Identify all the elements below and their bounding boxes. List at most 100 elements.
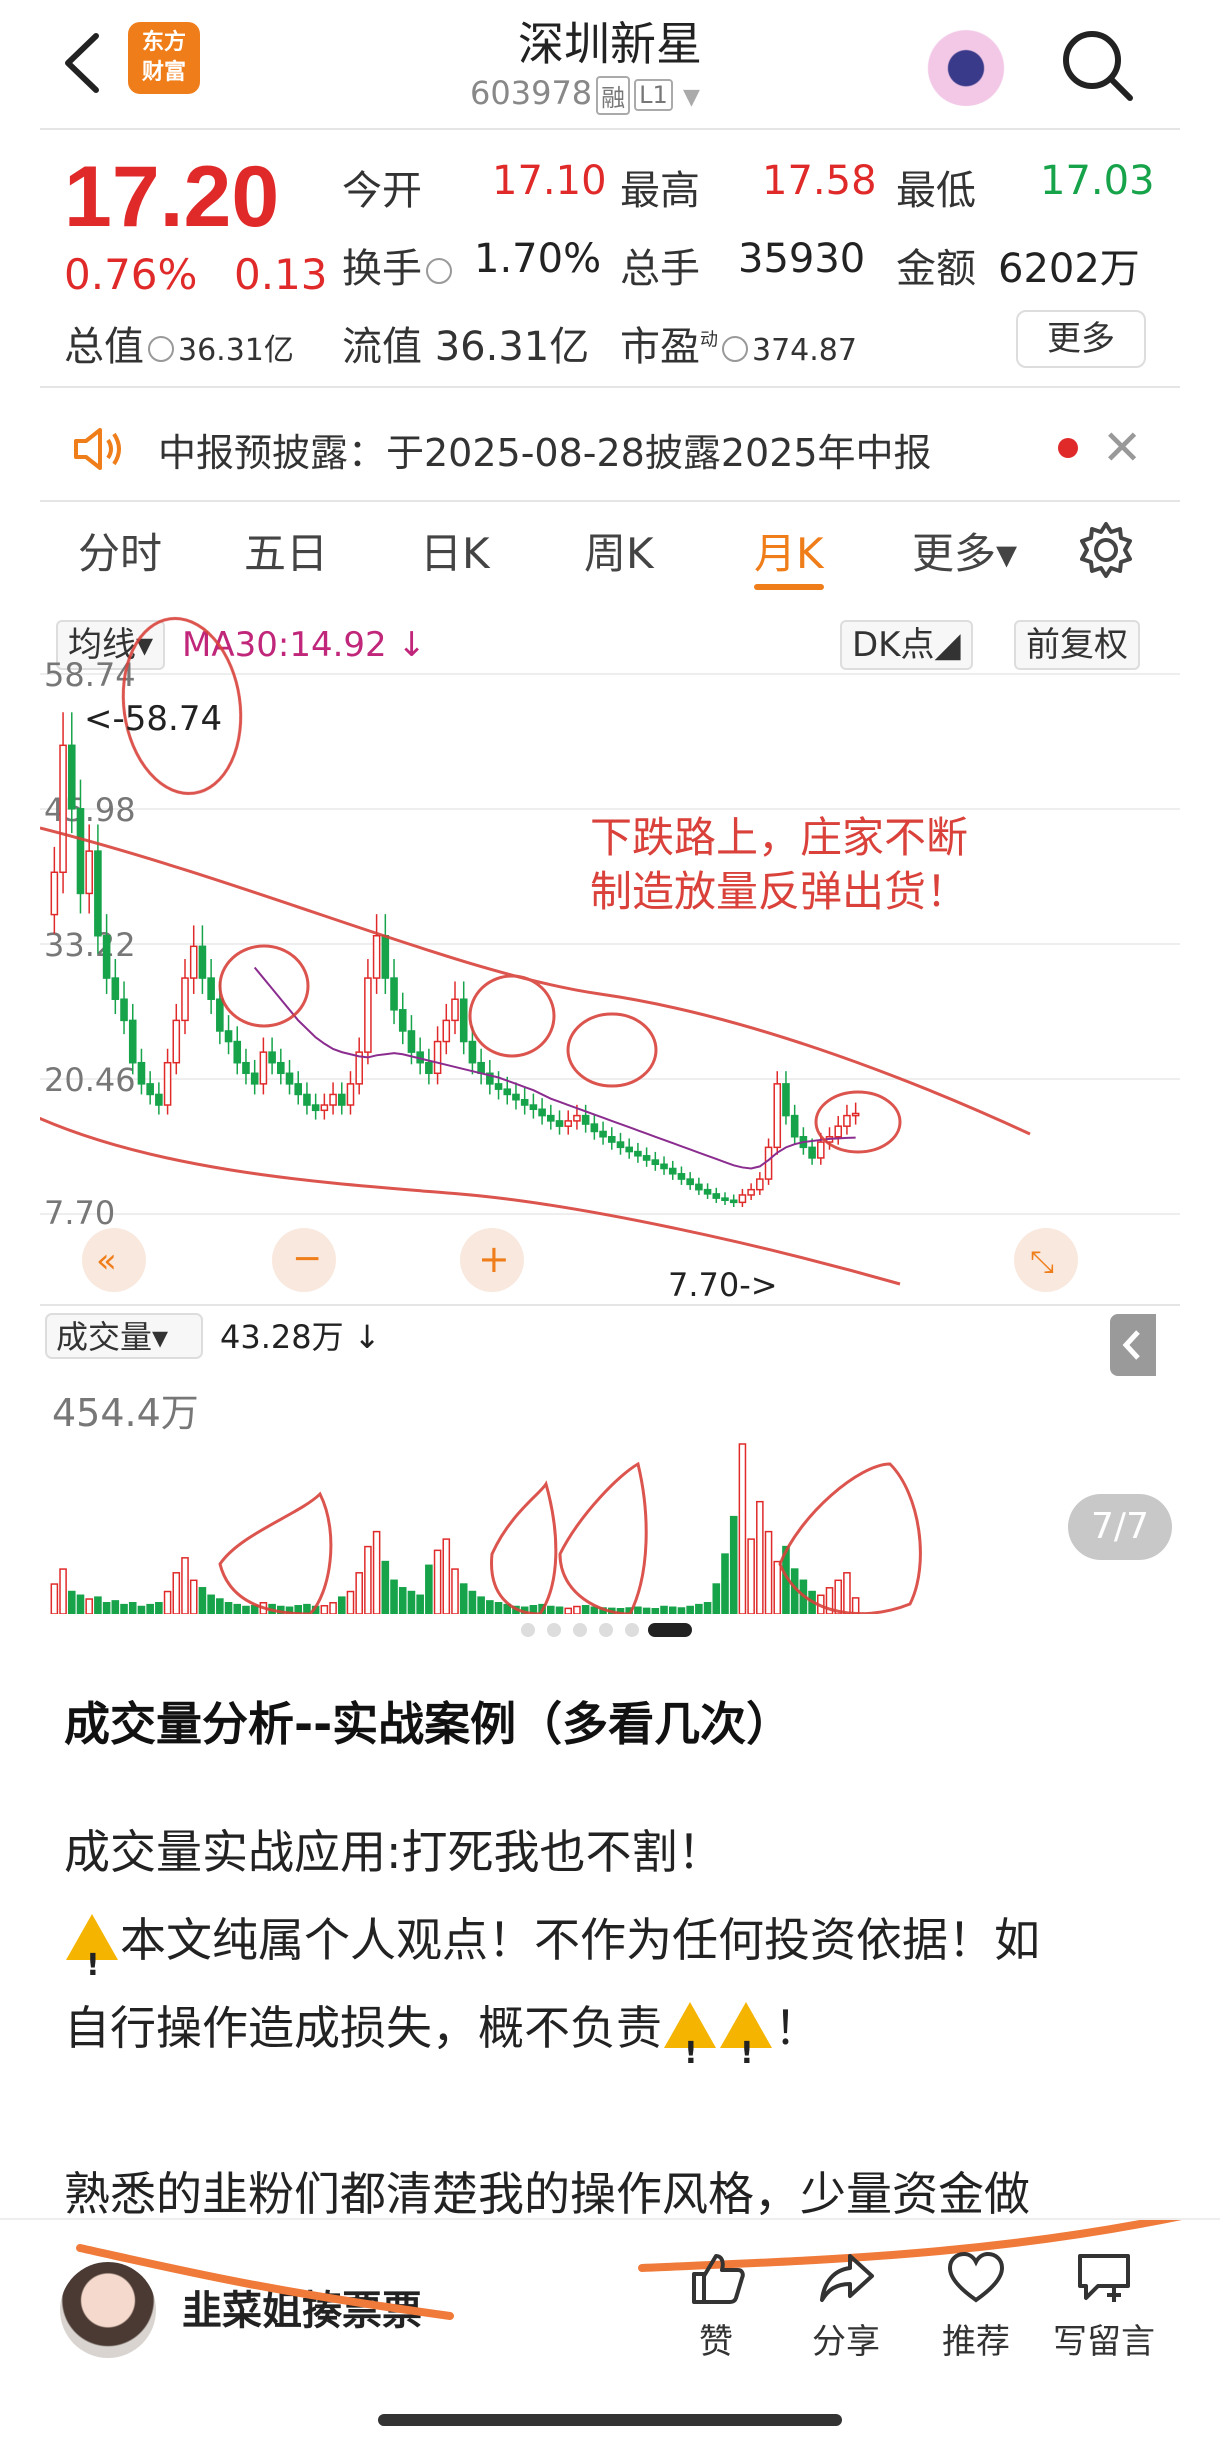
candle <box>729 1199 738 1204</box>
search-icon[interactable] <box>1058 26 1138 106</box>
stock-code-row[interactable]: 603978 融 L1 ▼ <box>470 74 700 115</box>
candle <box>442 1019 451 1043</box>
volume-bar <box>216 1598 224 1614</box>
volume-selector-label: 成交量▾ <box>56 1318 168 1356</box>
candle <box>102 934 111 979</box>
candle <box>477 1061 485 1075</box>
candle <box>843 1114 851 1127</box>
candle <box>277 1061 285 1075</box>
header: 东方 财富 深圳新星 603978 融 L1 ▼ <box>0 0 1220 128</box>
candle <box>564 1120 573 1127</box>
close-icon[interactable]: ✕ <box>1102 420 1142 476</box>
volume-bar <box>442 1538 451 1614</box>
candle <box>268 1051 276 1064</box>
report-notice-bar[interactable]: 中报预披露：于2025-08-28披露2025年中报 <box>40 400 1180 500</box>
candle <box>207 977 215 1000</box>
amount-label: 金额 <box>896 246 976 292</box>
candle <box>599 1130 607 1138</box>
candle <box>294 1083 303 1096</box>
candle <box>625 1146 633 1153</box>
candle <box>747 1188 755 1196</box>
candle <box>712 1193 721 1199</box>
candle <box>503 1088 512 1096</box>
volume-bar <box>120 1603 128 1614</box>
tab-monthly-k[interactable]: 月K <box>754 520 824 581</box>
tab-intraday[interactable]: 分时 <box>78 520 162 581</box>
volume-bar <box>756 1500 764 1614</box>
tab-daily-k[interactable]: 日K <box>420 520 490 581</box>
heart-icon <box>947 2251 1005 2303</box>
volume-bar <box>416 1594 424 1614</box>
collapse-panel-tab[interactable] <box>1110 1314 1156 1376</box>
volume-bar <box>634 1606 642 1614</box>
tab-weekly-k[interactable]: 周K <box>584 520 654 581</box>
divider <box>40 128 1180 130</box>
candle <box>459 998 468 1043</box>
candle <box>120 998 128 1022</box>
candle <box>790 1114 799 1138</box>
turnover-label: 换手 <box>342 236 456 294</box>
period-tabs: 分时 五日 日K 周K 月K 更多▾ <box>40 520 1180 600</box>
info-icon[interactable] <box>722 336 748 362</box>
volume-label: 总手 <box>620 246 700 292</box>
volume-bar <box>459 1583 468 1614</box>
warning-icon <box>720 2002 772 2098</box>
volume-bar <box>564 1607 573 1614</box>
tab-five-day[interactable]: 五日 <box>244 520 328 581</box>
price-tick-label: 33.22 <box>44 926 136 964</box>
candle <box>651 1159 660 1166</box>
monthly-k-chart[interactable]: 58.7445.9833.2220.467.70 下跌路上，庄家不断 制造放量反… <box>40 614 1180 1614</box>
margin-tag: 融 <box>596 75 631 115</box>
candle <box>433 1040 442 1075</box>
candle <box>198 945 207 979</box>
change-abs: 0.13 <box>234 250 328 299</box>
info-icon[interactable] <box>148 336 174 362</box>
float-label: 流值 36.31亿 <box>342 324 590 370</box>
share-button[interactable]: 分享 <box>786 2250 906 2363</box>
change-pct: 0.76% <box>64 250 198 299</box>
volume-bar <box>390 1579 398 1614</box>
candle <box>250 1072 259 1085</box>
last-price: 17.20 <box>64 149 280 245</box>
candle <box>337 1093 346 1106</box>
candle <box>224 1030 233 1043</box>
volume-bar <box>67 1590 76 1614</box>
settings-gear-icon[interactable] <box>1076 520 1136 580</box>
volume-bar <box>76 1594 85 1614</box>
candle <box>372 934 381 979</box>
image-counter-badge: 7/7 <box>1068 1494 1172 1560</box>
stock-code: 603978 <box>470 74 593 112</box>
candle <box>155 1093 163 1106</box>
ai-assistant-icon[interactable] <box>924 22 1008 106</box>
comment-button[interactable]: 写留言 <box>1044 2250 1164 2363</box>
candle <box>695 1183 703 1191</box>
recommend-button[interactable]: 推荐 <box>916 2250 1036 2363</box>
candle <box>782 1083 790 1117</box>
volume-bar <box>590 1606 599 1614</box>
candle <box>756 1178 764 1191</box>
divider <box>40 500 1180 502</box>
like-label: 赞 <box>699 2322 733 2362</box>
volume-bar <box>198 1587 207 1614</box>
warning-icon <box>664 2002 716 2098</box>
more-quote-button[interactable]: 更多 <box>1016 310 1146 368</box>
tab-more[interactable]: 更多▾ <box>912 520 1017 581</box>
volume-bar <box>843 1572 851 1614</box>
volume-bar <box>677 1607 686 1614</box>
candle <box>303 1093 311 1106</box>
pe-value: 374.87 <box>752 333 857 368</box>
article-line-1: 成交量实战应用:打死我也不割！ <box>64 1825 724 1879</box>
chart-grid <box>40 673 1180 1215</box>
annotation-line-2: 制造放量反弹出货！ <box>590 867 968 916</box>
price-tick-label: 45.98 <box>44 791 136 829</box>
candle <box>59 744 67 874</box>
thumbs-up-icon <box>692 2254 745 2304</box>
like-button[interactable]: 赞 <box>656 2250 776 2363</box>
plus-icon: + <box>478 1237 510 1281</box>
volume-bar <box>128 1602 137 1614</box>
volume-bar <box>172 1572 181 1614</box>
info-icon[interactable] <box>426 258 452 284</box>
stock-name: 深圳新星 <box>518 17 702 71</box>
volume-bar <box>668 1606 677 1614</box>
candle <box>242 1061 250 1075</box>
